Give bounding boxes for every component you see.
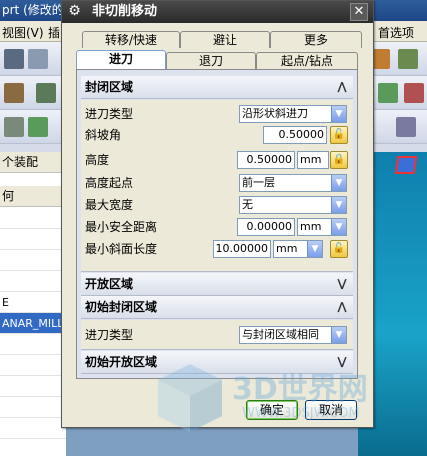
table-row[interactable] — [0, 271, 66, 292]
accept-icon[interactable] — [28, 117, 48, 137]
generate-icon[interactable] — [378, 83, 398, 103]
chevron-down-icon[interactable]: ▼ — [331, 106, 346, 122]
chevron-up-icon[interactable]: ⋀ — [334, 79, 350, 95]
ok-button[interactable]: 确定 — [246, 400, 298, 420]
chevron-down-icon[interactable]: ⋁ — [334, 354, 350, 370]
print-icon[interactable] — [28, 49, 48, 69]
section-header-initial-closed-area[interactable]: 初始封闭区域 ⋀ — [81, 296, 353, 319]
table-row[interactable] — [0, 229, 66, 250]
table-row[interactable]: E — [0, 292, 66, 313]
verify-icon[interactable] — [404, 83, 424, 103]
section-header-closed-area[interactable]: 封闭区域 ⋀ — [81, 76, 353, 99]
cancel-button[interactable]: 取消 — [305, 400, 357, 420]
min-ramp-length-unit-value: mm — [276, 242, 298, 255]
tab-engage[interactable]: 进刀 — [76, 50, 166, 69]
max-width-select[interactable]: 无 ▼ — [239, 196, 347, 214]
app-title: prt (修改的 — [2, 3, 64, 17]
ramp-angle-input[interactable]: 0.50000 — [263, 126, 327, 144]
dialog-title-bar[interactable]: ⚙ 非切削移动 ✕ — [62, 1, 373, 23]
min-clearance-unit-select[interactable]: mm ▼ — [297, 218, 347, 236]
menu-preferences[interactable]: 首选项 — [378, 24, 414, 41]
chevron-down-icon[interactable]: ▼ — [331, 197, 346, 213]
operation-icon[interactable] — [4, 83, 24, 103]
view-cube-icon[interactable] — [394, 156, 418, 174]
height-input[interactable]: 0.50000 — [237, 151, 295, 169]
gear-icon[interactable]: ⚙ — [66, 3, 83, 20]
tab-transfer-rapid[interactable]: 转移/快速 — [82, 31, 180, 48]
initial-closed-area-body: 进刀类型 与封闭区域相同 ▼ — [81, 320, 353, 350]
chevron-up-icon[interactable]: ⋀ — [334, 299, 350, 315]
height-unit-value: mm — [300, 153, 322, 166]
min-ramp-length-unit-select[interactable]: mm ▼ — [273, 240, 323, 258]
chevron-down-icon[interactable]: ⋁ — [334, 276, 350, 292]
menu-view[interactable]: 视图(V) — [2, 24, 44, 41]
tab-retract[interactable]: 退刀 — [166, 52, 256, 69]
section-title: 开放区域 — [85, 277, 134, 291]
height-from-value: 前一层 — [242, 176, 275, 189]
engage-tab-panel: 封闭区域 ⋀ 进刀类型 沿形状斜进刀 ▼ 斜坡角 0.50000 🔓 高度 0.… — [76, 69, 358, 379]
chevron-down-icon[interactable]: ▼ — [307, 241, 322, 257]
height-from-label: 高度起点 — [85, 176, 134, 190]
dialog-title: 非切削移动 — [92, 4, 158, 19]
section-header-initial-open-area[interactable]: 初始开放区域 ⋁ — [81, 351, 353, 374]
max-width-value: 无 — [242, 198, 253, 211]
min-ramp-length-input[interactable]: 10.00000 — [213, 240, 271, 258]
table-row[interactable] — [0, 355, 66, 376]
table-row[interactable] — [0, 208, 66, 229]
tab-more[interactable]: 更多 — [270, 31, 362, 48]
lock-icon[interactable]: 🔓 — [330, 126, 348, 144]
min-clearance-input[interactable]: 0.00000 — [237, 218, 295, 236]
close-button[interactable]: ✕ — [350, 3, 368, 21]
initial-entry-type-value: 与封闭区域相同 — [242, 328, 319, 341]
method-icon[interactable] — [36, 83, 56, 103]
ramp-angle-label: 斜坡角 — [85, 128, 122, 142]
table-row[interactable] — [0, 334, 66, 355]
lock-icon[interactable]: 🔓 — [330, 240, 348, 258]
max-width-label: 最大宽度 — [85, 198, 134, 212]
table-row[interactable] — [0, 376, 66, 397]
table-row[interactable] — [0, 250, 66, 271]
entry-type-value: 沿形状斜进刀 — [242, 107, 308, 120]
entry-type-select[interactable]: 沿形状斜进刀 ▼ — [239, 105, 347, 123]
geometry-icon[interactable] — [398, 49, 418, 69]
section-title: 初始开放区域 — [85, 355, 158, 369]
initial-entry-type-label: 进刀类型 — [85, 328, 134, 342]
menu-insert[interactable]: 插 — [48, 24, 60, 41]
non-cutting-moves-dialog: ⚙ 非切削移动 ✕ 转移/快速 避让 更多 进刀 退刀 起点/钻点 封闭区域 ⋀… — [61, 0, 374, 428]
min-clearance-label: 最小安全距离 — [85, 220, 158, 234]
table-row[interactable]: ANAR_MILL — [0, 313, 66, 334]
section-title: 封闭区域 — [85, 80, 134, 94]
operation-navigator: 个装配 何 E ANAR_MILL — [0, 152, 66, 456]
chevron-down-icon[interactable]: ▼ — [331, 327, 346, 343]
check-icon[interactable] — [4, 117, 24, 137]
min-ramp-length-label: 最小斜面长度 — [85, 242, 158, 256]
section-header-open-area[interactable]: 开放区域 ⋁ — [81, 273, 353, 296]
closed-area-body: 进刀类型 沿形状斜进刀 ▼ 斜坡角 0.50000 🔓 高度 0.50000 m… — [81, 100, 353, 272]
lock-icon[interactable]: 🔒 — [330, 151, 348, 169]
height-label: 高度 — [85, 153, 110, 167]
section-title: 初始封闭区域 — [85, 300, 158, 314]
list-icon[interactable] — [396, 117, 416, 137]
height-unit-select[interactable]: mm — [297, 151, 329, 169]
chevron-down-icon[interactable]: ▼ — [331, 175, 346, 191]
initial-entry-type-select[interactable]: 与封闭区域相同 ▼ — [239, 326, 347, 344]
navigator-header-1: 个装配 — [0, 152, 66, 173]
save-icon[interactable] — [4, 49, 24, 69]
table-row[interactable] — [0, 418, 66, 439]
min-clearance-unit-value: mm — [300, 220, 322, 233]
chevron-down-icon[interactable]: ▼ — [331, 219, 346, 235]
tab-start-drill-points[interactable]: 起点/钻点 — [256, 52, 358, 69]
navigator-header-2: 何 — [0, 186, 66, 207]
height-from-select[interactable]: 前一层 ▼ — [239, 174, 347, 192]
entry-type-label: 进刀类型 — [85, 107, 134, 121]
table-row[interactable] — [0, 397, 66, 418]
tab-avoidance[interactable]: 避让 — [180, 31, 270, 48]
